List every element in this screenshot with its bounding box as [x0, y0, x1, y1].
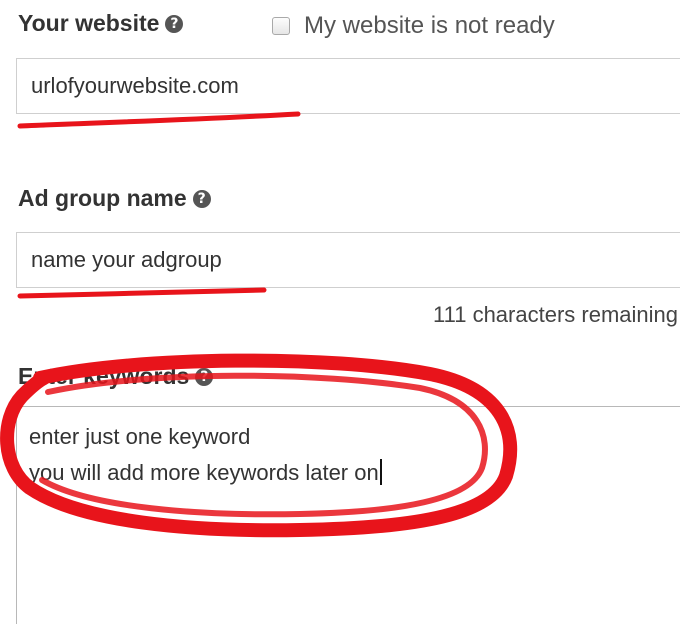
characters-remaining-counter: 111 characters remaining: [433, 302, 678, 327]
website-underline-mark: [17, 111, 301, 129]
website-label: Your website: [18, 10, 160, 36]
ad-group-name-input[interactable]: name your adgroup: [16, 232, 680, 288]
website-not-ready-checkbox[interactable]: [272, 17, 290, 35]
question-circle-icon[interactable]: ?: [195, 368, 214, 386]
ad-group-name-value: name your adgroup: [31, 247, 222, 272]
website-not-ready-option[interactable]: My website is not ready: [272, 10, 555, 42]
keywords-textarea[interactable]: enter just one keyword you will add more…: [16, 406, 680, 624]
question-circle-icon[interactable]: ?: [165, 15, 184, 33]
ad-group-label-row: Ad group name?: [18, 185, 211, 212]
keyword-line: you will add more keywords later on: [29, 455, 680, 491]
keyword-line-text: you will add more keywords later on: [29, 460, 379, 485]
website-url-input[interactable]: urlofyourwebsite.com: [16, 58, 680, 114]
ad-group-label: Ad group name: [18, 185, 187, 211]
website-not-ready-label: My website is not ready: [304, 12, 555, 39]
keyword-line: enter just one keyword: [29, 424, 251, 449]
keywords-label-row: Enter keywords?: [18, 363, 214, 390]
website-label-row: Your website?: [18, 10, 184, 37]
text-caret: [379, 459, 382, 485]
ad-group-underline-mark: [17, 287, 267, 299]
website-url-value: urlofyourwebsite.com: [31, 73, 239, 98]
question-circle-icon[interactable]: ?: [192, 190, 211, 208]
keywords-label: Enter keywords: [18, 363, 190, 389]
